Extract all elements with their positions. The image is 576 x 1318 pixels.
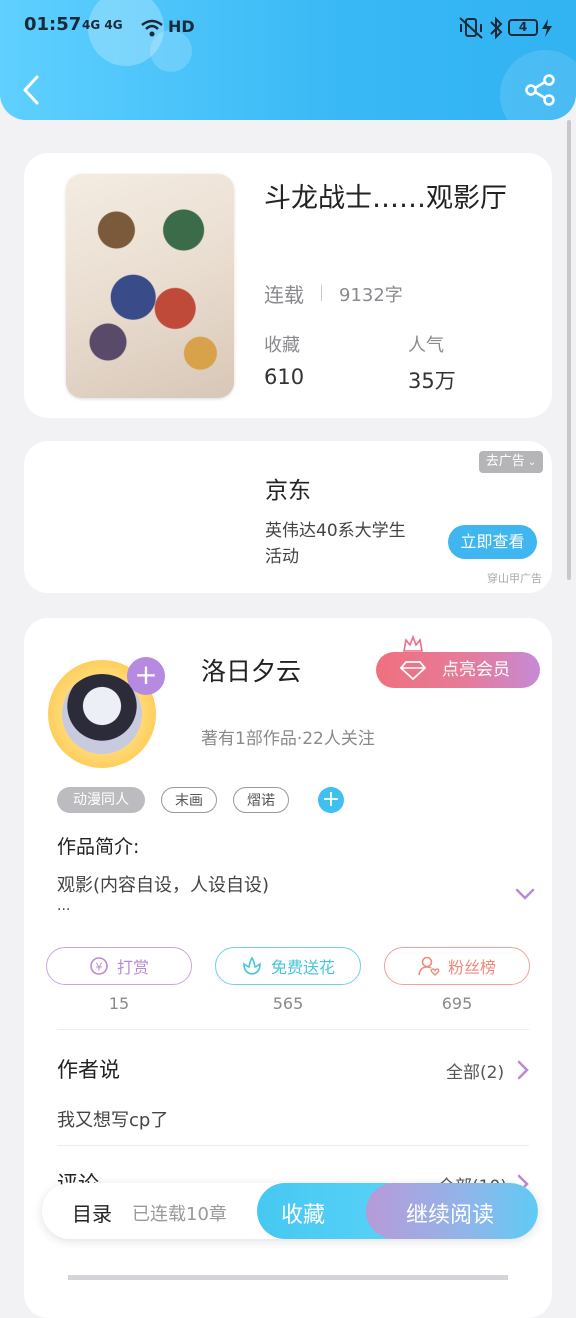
author-says-title: 作者说	[57, 1058, 120, 1082]
fans-ranking-button[interactable]: 粉丝榜	[384, 947, 530, 985]
ad-source: 穿山甲广告	[487, 572, 542, 585]
scrollbar[interactable]	[567, 120, 571, 580]
remove-ad-label: 去广告	[485, 454, 525, 469]
ad-text-line: 英伟达40系大学生	[265, 521, 406, 541]
book-word-count: 9132字	[339, 285, 403, 306]
header-bar: 01:57 4G 4G HD 4	[0, 0, 576, 120]
expand-chevron-icon[interactable]	[514, 886, 536, 902]
chevron-down-icon: ⌄	[524, 457, 537, 468]
battery-indicator: 4	[508, 19, 538, 36]
author-stats: 著有1部作品·22人关注	[201, 729, 375, 749]
vip-button-label: 点亮会员	[442, 660, 510, 680]
intro-ellipsis: ...	[57, 898, 71, 914]
back-arrow-icon[interactable]	[20, 74, 44, 106]
divider	[57, 1145, 529, 1146]
send-flower-button[interactable]: 免费送花	[215, 947, 361, 985]
intro-text: 观影(内容自设，人设自设)	[57, 875, 270, 896]
fans-ranking-label: 粉丝榜	[447, 958, 496, 977]
reward-button[interactable]: ¥ 打赏	[46, 947, 192, 985]
flower-icon	[243, 956, 261, 975]
fans-count: 695	[441, 994, 473, 1013]
tag-item[interactable]: 动漫同人	[57, 787, 145, 813]
author-says-content: 我又想写cp了	[57, 1110, 169, 1131]
vibrate-mute-icon	[459, 17, 483, 39]
book-title: 斗龙战士……观影厅	[264, 183, 507, 214]
tag-item[interactable]: 末画	[161, 787, 217, 813]
flower-count: 565	[272, 994, 304, 1013]
book-status: 连载	[264, 283, 304, 307]
ad-brand: 京东	[265, 478, 311, 504]
collect-label: 收藏	[264, 335, 300, 356]
charging-icon	[542, 19, 552, 37]
author-says-all-label: 全部(2)	[446, 1063, 505, 1083]
tag-item[interactable]: 熠诺	[233, 787, 289, 813]
nav-gesture-bar	[68, 1275, 508, 1280]
ad-text: 英伟达40系大学生 活动	[265, 518, 435, 570]
yuan-icon: ¥	[90, 957, 108, 975]
diamond-icon	[400, 661, 426, 680]
divider	[57, 1029, 529, 1030]
author-name: 洛日夕云	[201, 657, 302, 686]
bottom-safe-area	[0, 1222, 576, 1280]
reward-label: 打赏	[116, 958, 149, 977]
follow-plus-button[interactable]: +	[127, 657, 165, 695]
status-time: 01:57	[24, 14, 82, 35]
bluetooth-icon	[490, 16, 503, 40]
book-cover-image[interactable]	[66, 174, 234, 398]
vip-button[interactable]: 点亮会员	[376, 652, 540, 688]
status-hd: HD	[168, 17, 195, 36]
popularity-label: 人气	[408, 335, 444, 356]
reward-count: 15	[108, 994, 130, 1013]
share-icon[interactable]	[524, 74, 556, 106]
status-network: 4G 4G	[82, 18, 123, 32]
author-says-all-link[interactable]: 全部(2)	[446, 1058, 505, 1083]
ad-text-line: 活动	[265, 547, 299, 567]
fan-user-icon	[418, 956, 440, 976]
divider	[321, 285, 322, 301]
ad-card[interactable]	[24, 441, 552, 593]
ad-cta-button[interactable]: 立即查看	[448, 525, 537, 559]
intro-label: 作品简介:	[57, 836, 140, 858]
wifi-icon	[141, 19, 163, 37]
crown-icon	[403, 634, 423, 652]
chevron-right-icon[interactable]	[516, 1059, 530, 1081]
remove-ad-button[interactable]: 去广告 ⌄	[479, 451, 543, 473]
svg-text:¥: ¥	[95, 961, 102, 974]
popularity-value: 35万	[408, 369, 456, 393]
send-flower-label: 免费送花	[270, 958, 335, 977]
collect-value: 610	[264, 365, 305, 389]
add-tag-button[interactable]: +	[318, 787, 344, 813]
